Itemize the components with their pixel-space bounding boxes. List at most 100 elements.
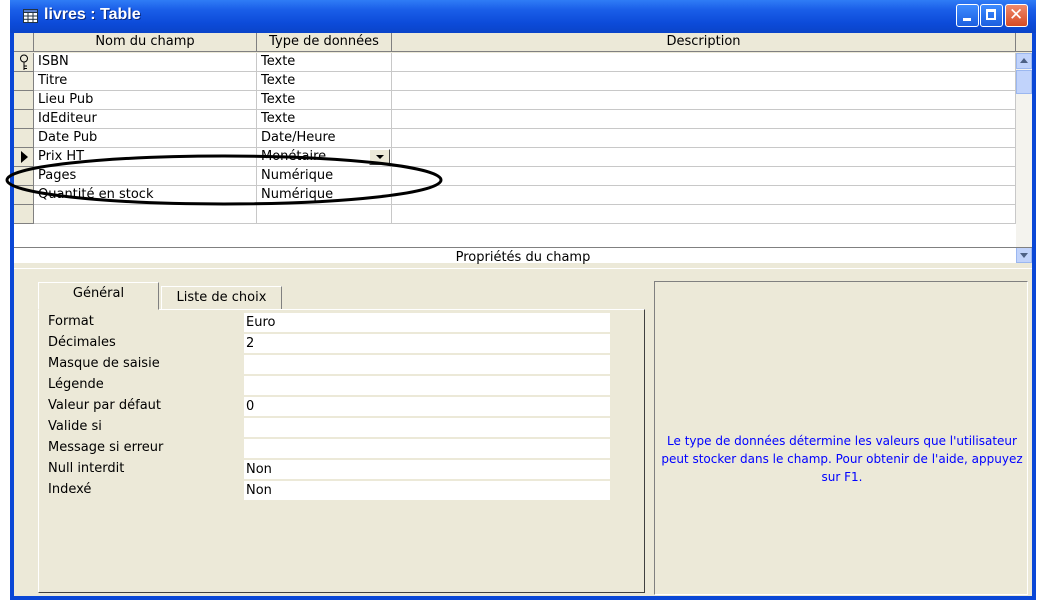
row-selector[interactable] bbox=[14, 167, 34, 186]
property-row-legende: Légende bbox=[44, 376, 614, 397]
field-name-cell[interactable]: Pages bbox=[34, 167, 257, 186]
property-field-masque[interactable] bbox=[244, 355, 610, 374]
field-properties-title: Propriétés du champ bbox=[14, 247, 1032, 269]
minimize-icon bbox=[963, 18, 971, 21]
table-design-window: livres : Table ✕ Nom du champ Type de do… bbox=[10, 0, 1036, 600]
field-type-cell[interactable]: Texte bbox=[257, 110, 392, 129]
table-icon bbox=[23, 9, 38, 23]
field-type-cell[interactable]: Date/Heure bbox=[257, 129, 392, 148]
table-row[interactable]: Date Pub Date/Heure bbox=[14, 129, 1016, 148]
field-description-cell[interactable] bbox=[392, 72, 1016, 91]
minimize-button[interactable] bbox=[956, 4, 979, 27]
header-selector-corner[interactable] bbox=[14, 33, 34, 51]
field-type-cell[interactable]: Texte bbox=[257, 53, 392, 72]
table-row[interactable]: Lieu Pub Texte bbox=[14, 91, 1016, 110]
property-label: Valeur par défaut bbox=[48, 398, 162, 413]
field-name-cell[interactable]: IdEditeur bbox=[34, 110, 257, 129]
table-row[interactable]: ISBN Texte bbox=[14, 53, 1016, 72]
property-row-indexe: Indexé Non bbox=[44, 481, 614, 502]
field-name-cell[interactable]: ISBN bbox=[34, 53, 257, 72]
row-selector[interactable] bbox=[14, 148, 34, 167]
scroll-thumb[interactable] bbox=[1016, 70, 1032, 94]
row-selector[interactable] bbox=[14, 72, 34, 91]
field-description-cell[interactable] bbox=[392, 53, 1016, 72]
row-pointer-icon bbox=[21, 151, 28, 163]
row-selector[interactable] bbox=[14, 110, 34, 129]
field-description-cell[interactable] bbox=[392, 91, 1016, 110]
property-label: Indexé bbox=[48, 482, 92, 497]
field-name-cell[interactable]: Titre bbox=[34, 72, 257, 91]
property-row-valeur-defaut: Valeur par défaut 0 bbox=[44, 397, 614, 418]
property-row-decimales: Décimales 2 bbox=[44, 334, 614, 355]
window-client: Nom du champ Type de données Description… bbox=[14, 33, 1032, 596]
field-description-cell[interactable] bbox=[392, 167, 1016, 186]
field-type-cell[interactable]: Texte bbox=[257, 72, 392, 91]
property-field-legende[interactable] bbox=[244, 376, 610, 395]
property-field-decimales[interactable]: 2 bbox=[244, 334, 610, 353]
property-label: Décimales bbox=[48, 335, 116, 350]
field-type-cell[interactable]: Texte bbox=[257, 91, 392, 110]
field-description-cell[interactable] bbox=[392, 205, 1016, 224]
grid-header: Nom du champ Type de données Description bbox=[14, 33, 1032, 52]
property-label: Message si erreur bbox=[48, 440, 164, 455]
maximize-icon bbox=[986, 9, 996, 20]
property-label: Null interdit bbox=[48, 461, 125, 476]
title-bar[interactable]: livres : Table ✕ bbox=[10, 0, 1036, 33]
help-panel: Le type de données détermine les valeurs… bbox=[654, 281, 1028, 595]
close-icon: ✕ bbox=[1009, 5, 1024, 25]
field-name-cell[interactable]: Quantité en stock bbox=[34, 186, 257, 205]
window-title: livres : Table bbox=[44, 6, 141, 23]
property-row-valide-si: Valide si bbox=[44, 418, 614, 439]
vertical-scrollbar[interactable] bbox=[1016, 53, 1032, 263]
property-row-masque: Masque de saisie bbox=[44, 355, 614, 376]
column-header-description[interactable]: Description bbox=[392, 33, 1016, 51]
property-row-format: Format Euro bbox=[44, 313, 614, 334]
close-button[interactable]: ✕ bbox=[1005, 4, 1028, 27]
field-type-cell[interactable]: Numérique bbox=[257, 167, 392, 186]
field-name-cell[interactable]: Lieu Pub bbox=[34, 91, 257, 110]
property-label: Légende bbox=[48, 377, 104, 392]
tab-liste-de-choix[interactable]: Liste de choix bbox=[161, 286, 282, 310]
field-name-cell[interactable] bbox=[34, 205, 257, 224]
row-selector[interactable] bbox=[14, 53, 34, 72]
maximize-button[interactable] bbox=[980, 4, 1003, 27]
table-row[interactable] bbox=[14, 205, 1016, 224]
field-name-cell[interactable]: Prix HT bbox=[34, 148, 257, 167]
property-label: Valide si bbox=[48, 419, 102, 434]
property-label: Masque de saisie bbox=[48, 356, 160, 371]
property-field-valide-si[interactable] bbox=[244, 418, 610, 437]
table-row[interactable]: Quantité en stock Numérique bbox=[14, 186, 1016, 205]
scroll-up-button[interactable] bbox=[1016, 53, 1032, 69]
chevron-down-icon bbox=[376, 155, 384, 159]
row-selector[interactable] bbox=[14, 129, 34, 148]
tab-general[interactable]: Général bbox=[38, 282, 159, 310]
row-selector[interactable] bbox=[14, 91, 34, 110]
key-icon bbox=[20, 54, 28, 70]
property-row-null-interdit: Null interdit Non bbox=[44, 460, 614, 481]
field-description-cell[interactable] bbox=[392, 110, 1016, 129]
field-description-cell[interactable] bbox=[392, 186, 1016, 205]
field-type-cell[interactable]: Numérique bbox=[257, 186, 392, 205]
column-header-name[interactable]: Nom du champ bbox=[34, 33, 257, 51]
property-field-null-interdit[interactable]: Non bbox=[244, 460, 610, 479]
property-label: Format bbox=[48, 314, 94, 329]
chevron-up-icon bbox=[1020, 58, 1028, 63]
row-selector[interactable] bbox=[14, 186, 34, 205]
table-row[interactable]: Titre Texte bbox=[14, 72, 1016, 91]
row-selector[interactable] bbox=[14, 205, 34, 224]
property-row-message-erreur: Message si erreur bbox=[44, 439, 614, 460]
table-row-current[interactable]: Prix HT Monétaire bbox=[14, 148, 1016, 167]
property-field-indexe[interactable]: Non bbox=[244, 481, 610, 500]
property-field-format[interactable]: Euro bbox=[244, 313, 610, 332]
field-type-cell[interactable] bbox=[257, 205, 392, 224]
type-dropdown-button[interactable] bbox=[369, 149, 390, 165]
table-row[interactable]: Pages Numérique bbox=[14, 167, 1016, 186]
field-description-cell[interactable] bbox=[392, 129, 1016, 148]
table-row[interactable]: IdEditeur Texte bbox=[14, 110, 1016, 129]
help-text: Le type de données détermine les valeurs… bbox=[661, 434, 1023, 484]
field-description-cell[interactable] bbox=[392, 148, 1016, 167]
field-name-cell[interactable]: Date Pub bbox=[34, 129, 257, 148]
property-field-message-erreur[interactable] bbox=[244, 439, 610, 458]
property-field-valeur-defaut[interactable]: 0 bbox=[244, 397, 610, 416]
column-header-type[interactable]: Type de données bbox=[257, 33, 392, 51]
